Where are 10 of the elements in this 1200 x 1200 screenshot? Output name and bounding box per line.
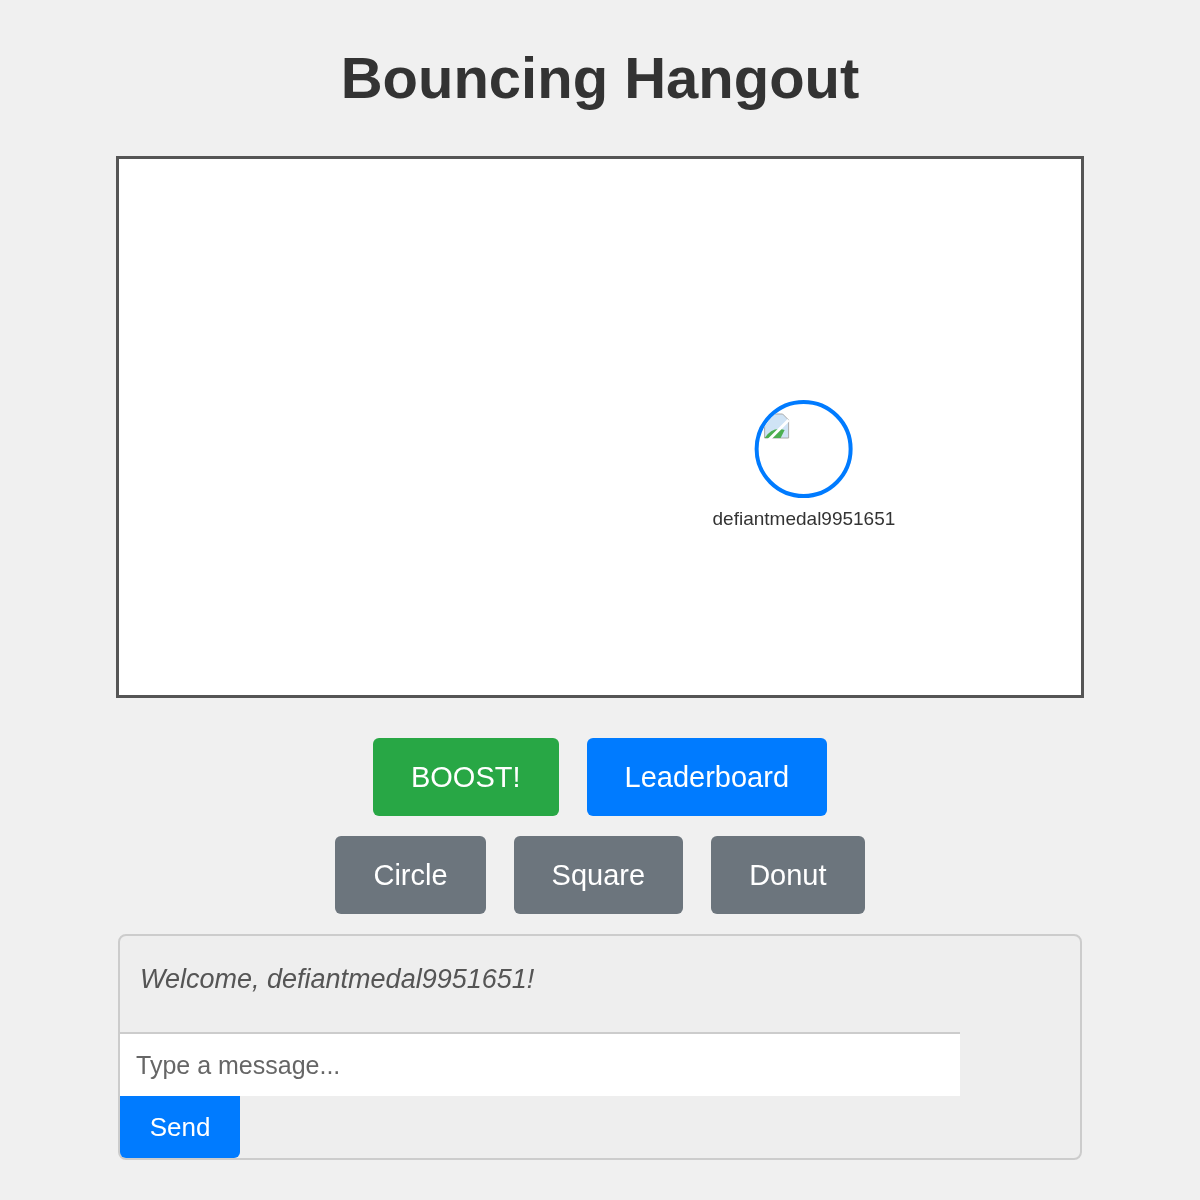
player-name: defiantmedal9951651 (712, 508, 896, 531)
boost-button[interactable]: BOOST! (372, 738, 559, 816)
leaderboard-button[interactable]: Leaderboard (586, 738, 828, 816)
page-title: Bouncing Hangout (340, 44, 860, 112)
chat-message: Welcome, defiantmedal9951651! (140, 964, 536, 995)
send-button[interactable]: Send (120, 1096, 240, 1158)
message-input[interactable]: Type a message... (120, 1032, 960, 1096)
shape-button[interactable]: Donut (711, 836, 865, 914)
shape-button[interactable]: Circle (335, 836, 486, 914)
shape-button[interactable]: Square (513, 836, 684, 914)
